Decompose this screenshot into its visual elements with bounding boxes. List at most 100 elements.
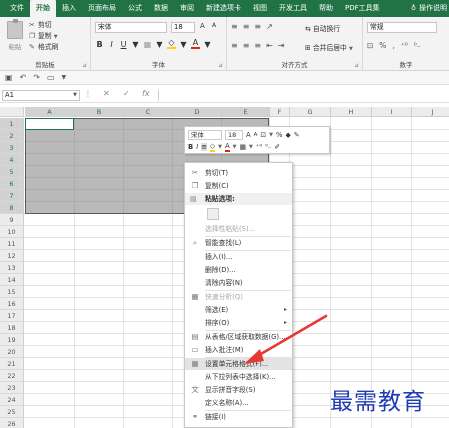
column-header-a[interactable]: A bbox=[25, 107, 75, 117]
row-header-25[interactable]: 25 bbox=[0, 406, 24, 418]
mini-size-select[interactable]: 18 bbox=[225, 130, 243, 140]
orientation-icon[interactable]: ↗ bbox=[266, 22, 273, 31]
tab-home[interactable]: 开始 bbox=[30, 0, 56, 17]
tab-help[interactable]: 帮助 bbox=[313, 0, 339, 17]
row-header-10[interactable]: 10 bbox=[0, 226, 24, 238]
row-header-5[interactable]: 5 bbox=[0, 166, 24, 178]
menu-pick-from-list[interactable]: 从下拉列表中选择(K)... bbox=[185, 371, 292, 383]
row-header-26[interactable]: 26 bbox=[0, 418, 24, 428]
merge-center-button[interactable]: ⊞ 合并后居中 ▼ bbox=[305, 42, 353, 52]
row-header-13[interactable]: 13 bbox=[0, 262, 24, 274]
mini-decrease-decimal-icon[interactable]: ⁰₋ bbox=[265, 143, 271, 151]
font-color-button[interactable]: A bbox=[191, 39, 200, 49]
mini-eraser-icon[interactable]: ✐ bbox=[274, 143, 280, 151]
row-header-23[interactable]: 23 bbox=[0, 382, 24, 394]
row-header-6[interactable]: 6 bbox=[0, 178, 24, 190]
align-left-icon[interactable]: ≡ bbox=[231, 41, 238, 50]
tab-data[interactable]: 数据 bbox=[148, 0, 174, 17]
increase-indent-icon[interactable]: ⇥ bbox=[278, 41, 285, 50]
row-header-16[interactable]: 16 bbox=[0, 298, 24, 310]
row-header-1[interactable]: 1 bbox=[0, 118, 24, 130]
bold-button[interactable]: B bbox=[95, 40, 104, 49]
row-header-20[interactable]: 20 bbox=[0, 346, 24, 358]
customize-qat-icon[interactable]: ▼ bbox=[62, 74, 67, 81]
column-header-d[interactable]: D bbox=[173, 107, 222, 117]
insert-function-icon[interactable]: fx bbox=[142, 89, 150, 98]
column-header-f[interactable]: F bbox=[270, 107, 290, 117]
grow-font-icon[interactable]: A bbox=[200, 22, 205, 30]
font-color-dropdown-icon[interactable]: ▼ bbox=[203, 40, 212, 49]
tab-view[interactable]: 视图 bbox=[247, 0, 273, 17]
mini-fill-color-icon[interactable]: ◇ bbox=[209, 142, 216, 152]
column-header-c[interactable]: C bbox=[124, 107, 173, 117]
mini-percent-button[interactable]: % bbox=[276, 131, 282, 139]
mini-font-select[interactable]: 宋体 bbox=[188, 130, 222, 140]
paste-button[interactable]: 粘贴 bbox=[3, 19, 27, 53]
undo-icon[interactable]: ↶ bbox=[20, 73, 27, 82]
align-bottom-icon[interactable]: ≡ bbox=[254, 22, 261, 31]
comma-button[interactable]: , bbox=[392, 41, 394, 50]
row-header-24[interactable]: 24 bbox=[0, 394, 24, 406]
italic-button[interactable]: I bbox=[107, 40, 116, 49]
row-header-11[interactable]: 11 bbox=[0, 238, 24, 250]
tab-insert[interactable]: 插入 bbox=[56, 0, 82, 17]
menu-delete[interactable]: 删除(D)... bbox=[185, 264, 292, 276]
cut-button[interactable]: ✂ 剪切 bbox=[29, 20, 58, 31]
paste-option-icon[interactable] bbox=[207, 208, 219, 220]
row-header-19[interactable]: 19 bbox=[0, 334, 24, 346]
tab-review[interactable]: 审阅 bbox=[174, 0, 200, 17]
wrap-text-button[interactable]: ⇆ 自动换行 bbox=[305, 23, 340, 33]
mini-increase-decimal-icon[interactable]: ⁺⁰ bbox=[256, 143, 262, 151]
column-header-i[interactable]: I bbox=[372, 107, 412, 117]
row-header-7[interactable]: 7 bbox=[0, 190, 24, 202]
underline-button[interactable]: U bbox=[119, 40, 128, 49]
mini-font-color-button[interactable]: A bbox=[225, 142, 230, 152]
menu-cut[interactable]: ✂ 剪切(T) bbox=[185, 167, 292, 179]
tab-file[interactable]: 文件 bbox=[4, 0, 30, 17]
menu-smart-lookup[interactable]: ⌕ 智能查找(L) bbox=[185, 237, 292, 249]
row-header-9[interactable]: 9 bbox=[0, 214, 24, 226]
dialog-launcher-icon[interactable]: ⊿ bbox=[218, 62, 223, 69]
mini-grow-font-icon[interactable]: A bbox=[246, 131, 251, 139]
mini-shrink-font-icon[interactable]: A bbox=[254, 132, 258, 138]
fill-color-dropdown-icon[interactable]: ▼ bbox=[179, 40, 188, 49]
row-header-15[interactable]: 15 bbox=[0, 286, 24, 298]
mini-comma-icon[interactable]: ◆ bbox=[285, 131, 290, 139]
tab-page-layout[interactable]: 页面布局 bbox=[82, 0, 122, 17]
mini-italic-button[interactable]: I bbox=[196, 143, 198, 151]
name-box-dropdown-icon[interactable]: ▼ bbox=[73, 91, 77, 100]
copy-button[interactable]: ❐ 复制 ▼ bbox=[29, 31, 58, 42]
row-header-4[interactable]: 4 bbox=[0, 154, 24, 166]
row-header-12[interactable]: 12 bbox=[0, 250, 24, 262]
menu-link[interactable]: ⚭ 链接(I) bbox=[185, 411, 292, 423]
dialog-launcher-icon[interactable]: ⊿ bbox=[354, 62, 359, 69]
tell-me-search[interactable]: ♁ 操作说明 bbox=[405, 0, 449, 17]
row-header-8[interactable]: 8 bbox=[0, 202, 24, 214]
mini-currency-icon[interactable]: ⊡ bbox=[260, 131, 266, 139]
increase-decimal-icon[interactable]: ⁺⁰ bbox=[401, 41, 408, 50]
menu-copy[interactable]: ❐ 复制(C) bbox=[185, 180, 292, 192]
menu-show-phonetic[interactable]: 文显示拼音字段(S) bbox=[185, 384, 292, 396]
format-painter-button[interactable]: ✎ 格式刷 bbox=[29, 42, 58, 53]
row-header-2[interactable]: 2 bbox=[0, 130, 24, 142]
row-header-3[interactable]: 3 bbox=[0, 142, 24, 154]
align-middle-icon[interactable]: ≡ bbox=[243, 22, 250, 31]
menu-quick-analysis[interactable]: ▦ 快速分析(Q) bbox=[185, 291, 292, 303]
number-format-select[interactable]: 常规 bbox=[367, 22, 437, 33]
align-top-icon[interactable]: ≡ bbox=[231, 22, 238, 31]
mini-align-icon[interactable]: ≡ bbox=[201, 143, 207, 151]
formula-input[interactable] bbox=[158, 90, 446, 101]
mini-borders-icon[interactable]: ▦ bbox=[240, 143, 246, 151]
row-header-14[interactable]: 14 bbox=[0, 274, 24, 286]
new-file-icon[interactable]: ▭ bbox=[47, 73, 55, 82]
align-center-icon[interactable]: ≡ bbox=[243, 41, 250, 50]
borders-icon[interactable]: ▦ bbox=[143, 40, 152, 49]
column-header-h[interactable]: H bbox=[331, 107, 372, 117]
active-cell-a1[interactable] bbox=[25, 118, 74, 130]
menu-clear-contents[interactable]: 清除内容(N) bbox=[185, 277, 292, 289]
row-header-17[interactable]: 17 bbox=[0, 310, 24, 322]
shrink-font-icon[interactable]: A bbox=[212, 22, 216, 29]
borders-dropdown-icon[interactable]: ▼ bbox=[155, 40, 164, 49]
enter-icon[interactable]: ✓ bbox=[123, 89, 130, 98]
mini-bold-button[interactable]: B bbox=[188, 143, 193, 151]
